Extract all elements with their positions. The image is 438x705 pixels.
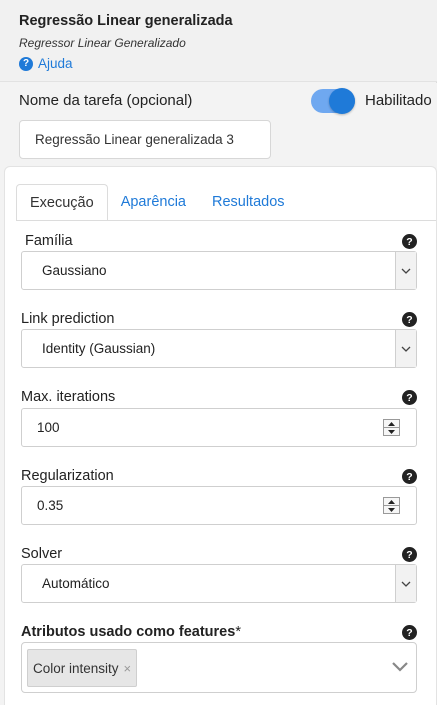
chevron-down-icon[interactable] [391,659,409,677]
link-select[interactable]: Identity (Gaussian) [21,329,417,368]
chevron-down-icon[interactable] [395,330,416,367]
regularization-label: Regularization [21,468,114,484]
task-section: Nome da tarefa (opcional) Habilitado Reg… [0,83,437,165]
regularization-value: 0.35 [37,498,64,513]
question-circle-icon[interactable]: ? [402,625,417,640]
tab-bar: Execução Aparência Resultados [16,184,298,220]
tab-aparencia[interactable]: Aparência [108,184,199,220]
question-circle-icon[interactable]: ? [402,234,417,249]
spin-down-icon[interactable] [384,505,399,513]
question-circle-icon[interactable]: ? [402,547,417,562]
tab-card: Execução Aparência Resultados Família ? … [4,166,437,705]
help-link-label: Ajuda [38,56,73,71]
help-icon: ? [19,56,33,71]
spin-up-icon[interactable] [384,420,399,427]
tab-execucao[interactable]: Execução [16,184,108,220]
operation-subtitle: Regressor Linear Generalizado [19,36,186,50]
question-circle-icon[interactable]: ? [402,469,417,484]
panel-body: Execução Aparência Resultados Família ? … [0,165,437,705]
help-link[interactable]: ? Ajuda [19,56,73,71]
enabled-toggle[interactable] [311,88,355,114]
toggle-knob [329,88,355,114]
feature-chip-label: Color intensity [33,660,119,676]
link-label: Link prediction [21,311,115,327]
regularization-input[interactable]: 0.35 [21,486,417,525]
max-iterations-value: 100 [37,420,60,435]
required-mark: * [235,624,241,640]
spin-arrows-icon[interactable] [383,419,400,436]
operation-title: Regressão Linear generalizada [19,13,233,29]
solver-select[interactable]: Automático [21,564,417,603]
spin-up-icon[interactable] [384,498,399,505]
task-name-input[interactable]: Regressão Linear generalizada 3 [19,120,271,159]
feature-chip[interactable]: Color intensity × [27,649,138,687]
task-name-label: Nome da tarefa (opcional) [19,92,193,109]
family-label: Família [25,233,73,249]
solver-label: Solver [21,546,63,562]
properties-panel: Regressão Linear generalizada Regressor … [0,0,437,705]
question-circle-icon[interactable]: ? [402,390,417,405]
solver-value: Automático [42,576,110,591]
chevron-down-icon[interactable] [395,565,416,602]
max-iterations-input[interactable]: 100 [21,408,417,447]
link-value: Identity (Gaussian) [42,341,156,356]
family-select[interactable]: Gaussiano [21,251,417,290]
chevron-down-icon[interactable] [395,252,416,289]
family-value: Gaussiano [42,263,107,278]
close-icon[interactable]: × [124,661,132,676]
tab-resultados[interactable]: Resultados [199,184,298,220]
features-multiselect[interactable]: Color intensity × [21,642,417,693]
question-circle-icon[interactable]: ? [402,312,417,327]
max-iterations-label: Max. iterations [21,389,116,405]
spin-arrows-icon[interactable] [383,497,400,514]
features-label-text: Atributos usado como features [21,624,236,640]
enabled-label: Habilitado [365,92,432,109]
spin-down-icon[interactable] [384,427,399,435]
panel-header: Regressão Linear generalizada Regressor … [0,0,437,82]
tab-divider [16,220,436,221]
features-label: Atributos usado como features* [21,624,241,640]
